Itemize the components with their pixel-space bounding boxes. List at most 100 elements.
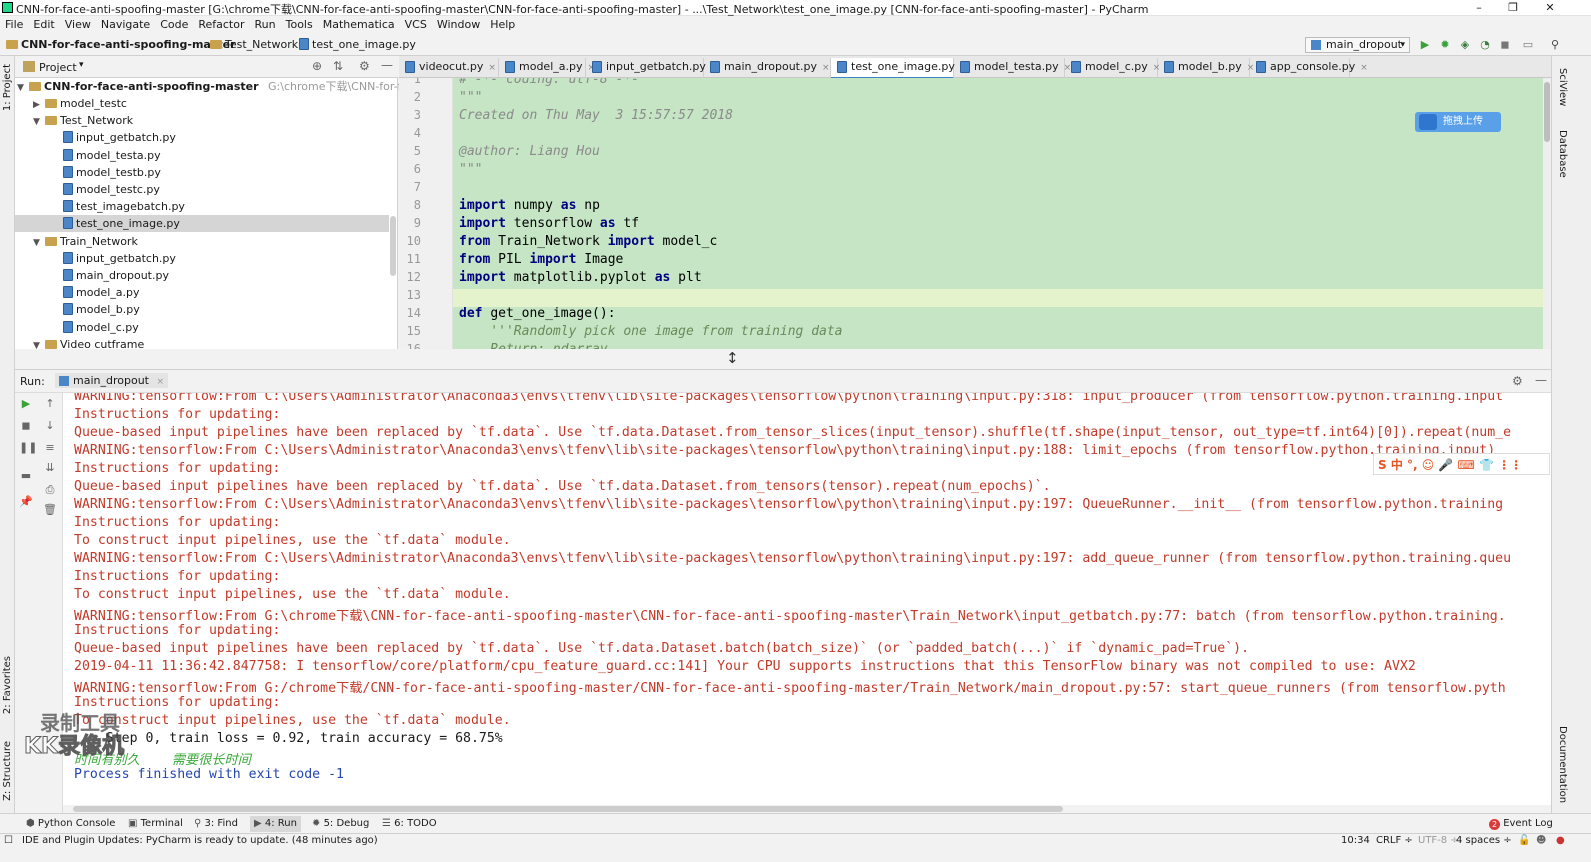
close-window-button[interactable]: ✕ <box>1533 0 1567 16</box>
tree-file[interactable]: model_testb.py <box>15 164 389 181</box>
tree-folder[interactable]: ▼ Train_Network <box>15 233 389 250</box>
event-log-button[interactable]: 2 Event Log <box>1485 816 1557 832</box>
menu-item-code[interactable]: Code <box>155 16 193 34</box>
coverage-icon[interactable]: ◈ <box>1459 39 1471 51</box>
status-message[interactable]: IDE and Plugin Updates: PyCharm is ready… <box>22 835 378 846</box>
tool-window-button[interactable]: ✹ 5: Debug <box>308 816 373 832</box>
run-console-output[interactable]: WARNING:tensorflow:From C:\Users\Adminis… <box>63 393 1551 805</box>
tree-root[interactable]: ▼ CNN-for-face-anti-spoofing-master G:\ch… <box>17 78 456 95</box>
hide-panel-icon[interactable]: — <box>381 58 393 72</box>
breadcrumb-project[interactable]: CNN-for-face-anti-spoofing-master <box>6 38 236 51</box>
tree-file[interactable]: model_testa.py <box>15 147 389 164</box>
profile-icon[interactable]: ◔ <box>1479 39 1491 51</box>
inspector-icon[interactable]: ☻ <box>1536 835 1546 846</box>
menu-item-navigate[interactable]: Navigate <box>96 16 155 34</box>
chevron-down-icon[interactable]: ▾ <box>79 60 84 70</box>
menu-item-view[interactable]: View <box>60 16 96 34</box>
ime-toolbar[interactable]: S 中 °, ☺ 🎤 ⌨ 👕 ⋮⋮ <box>1373 453 1550 475</box>
down-arrow-icon[interactable]: ↓ <box>43 419 57 433</box>
tree-file[interactable]: model_a.py <box>15 284 389 301</box>
close-icon[interactable]: × <box>156 377 164 387</box>
editor-tab[interactable]: model_c.py × <box>1065 58 1160 78</box>
tree-folder[interactable]: ▶ model_testc <box>15 95 389 112</box>
tree-file[interactable]: test_imagebatch.py <box>15 198 389 215</box>
editor-tab[interactable]: app_console.py × <box>1250 58 1368 78</box>
favorites-tool-tab[interactable]: 2: Favorites <box>2 656 13 714</box>
close-icon[interactable]: × <box>488 63 496 73</box>
lock-icon[interactable]: 🔓 <box>1518 835 1530 846</box>
menu-item-help[interactable]: Help <box>485 16 520 34</box>
gear-icon[interactable]: ⚙ <box>359 59 370 73</box>
debug-icon[interactable]: ✹ <box>1439 39 1451 51</box>
tree-vertical-scrollbar[interactable] <box>390 216 396 276</box>
menu-item-window[interactable]: Window <box>432 16 485 34</box>
layout-icon[interactable]: ▬ <box>19 469 33 483</box>
tree-file[interactable]: model_c.py <box>15 319 389 336</box>
print-icon[interactable]: ⎙ <box>43 483 57 497</box>
project-panel-title[interactable]: Project <box>39 61 77 74</box>
tree-file[interactable]: model_b.py <box>15 301 389 318</box>
locate-target-icon[interactable]: ⊕ <box>312 59 322 73</box>
gear-icon[interactable]: ⚙ <box>1512 374 1523 388</box>
run-config-select[interactable]: main_dropout ▾ <box>1305 37 1410 53</box>
rerun-icon[interactable]: ▶ <box>19 397 33 411</box>
tree-folder[interactable]: ▼ Test_Network <box>15 112 389 129</box>
collapse-all-icon[interactable]: ⇅ <box>333 59 343 73</box>
database-tool-tab[interactable]: Database <box>1557 130 1568 178</box>
tree-file[interactable]: model_testc.py <box>15 181 389 198</box>
console-horizontal-scrollbar[interactable] <box>63 805 1551 813</box>
layout-icon[interactable]: ▭ <box>1522 39 1534 51</box>
breadcrumb-file[interactable]: test_one_image.py <box>299 38 416 51</box>
menu-item-refactor[interactable]: Refactor <box>193 16 249 34</box>
tool-window-button[interactable]: ▣ Terminal <box>124 816 187 832</box>
sciview-tool-tab[interactable]: SciView <box>1557 68 1568 106</box>
structure-tool-tab[interactable]: Z: Structure <box>2 741 13 801</box>
close-icon[interactable]: × <box>1360 63 1368 73</box>
editor-tab[interactable]: input_getbatch.py× <box>586 58 718 78</box>
run-icon[interactable]: ▶ <box>1419 39 1431 51</box>
code-area[interactable]: # -*- coding: utf-8 -*- """ Created on Thu… <box>453 78 1543 349</box>
tool-window-button[interactable]: ☰ 6: TODO <box>378 816 441 832</box>
menu-item-vcs[interactable]: VCS <box>400 16 432 34</box>
status-message-icon[interactable]: ☐ <box>4 835 13 846</box>
run-tab-main-dropout[interactable]: main_dropout × <box>55 373 169 388</box>
tree-file[interactable]: input_getbatch.py <box>15 250 389 267</box>
trash-icon[interactable]: 🗑 <box>43 503 57 517</box>
scroll-to-end-icon[interactable]: ⇊ <box>43 461 57 475</box>
menu-item-edit[interactable]: Edit <box>28 16 59 34</box>
menu-item-run[interactable]: Run <box>250 16 281 34</box>
pin-icon[interactable]: 📌 <box>19 495 33 509</box>
file-encoding[interactable]: UTF-8 ÷ <box>1418 835 1459 846</box>
tool-window-button[interactable]: ⚲ 3: Find <box>190 816 242 832</box>
error-indicator-icon[interactable]: ● <box>1556 835 1565 846</box>
tree-file[interactable]: test_one_image.py <box>15 215 389 233</box>
editor-tab[interactable]: model_a.py× <box>499 58 595 78</box>
menu-item-file[interactable]: File <box>0 16 28 34</box>
editor-tab[interactable]: videocut.py × <box>399 58 499 78</box>
close-icon[interactable]: × <box>822 63 830 73</box>
tree-file[interactable]: input_getbatch.py <box>15 129 389 146</box>
minimize-button[interactable]: – <box>1462 0 1496 16</box>
hide-panel-icon[interactable]: — <box>1535 373 1547 387</box>
line-separator[interactable]: CRLF ÷ <box>1376 835 1413 846</box>
panel-splitter[interactable]: ↕ <box>15 349 1551 369</box>
editor-tab[interactable]: model_testa.py × <box>954 58 1071 78</box>
project-tool-tab[interactable]: 1: Project <box>2 64 13 111</box>
tool-window-button[interactable]: ▶ 4: Run <box>250 816 301 832</box>
pause-icon[interactable]: ❚❚ <box>19 441 37 455</box>
up-arrow-icon[interactable]: ↑ <box>43 397 57 411</box>
breadcrumb-folder[interactable]: Test_Network <box>210 38 298 51</box>
upload-button[interactable]: 拖拽上传 <box>1415 112 1501 132</box>
caret-position[interactable]: 10:34 <box>1341 835 1370 846</box>
menu-item-tools[interactable]: Tools <box>281 16 318 34</box>
tree-file[interactable]: main_dropout.py <box>15 267 389 284</box>
menu-item-mathematica[interactable]: Mathematica <box>318 16 400 34</box>
search-icon[interactable]: ⚲ <box>1549 39 1561 51</box>
indent-setting[interactable]: 4 spaces ÷ <box>1456 835 1512 846</box>
documentation-tool-tab[interactable]: Documentation <box>1557 726 1568 803</box>
editor-tab[interactable]: main_dropout.py × <box>704 58 831 78</box>
editor-vertical-scrollbar[interactable] <box>1543 78 1551 349</box>
editor-tab[interactable]: test_one_image.py× <box>831 58 967 79</box>
tool-window-button[interactable]: ⬢ Python Console <box>22 816 119 832</box>
stop-icon[interactable]: ◼ <box>19 419 33 433</box>
